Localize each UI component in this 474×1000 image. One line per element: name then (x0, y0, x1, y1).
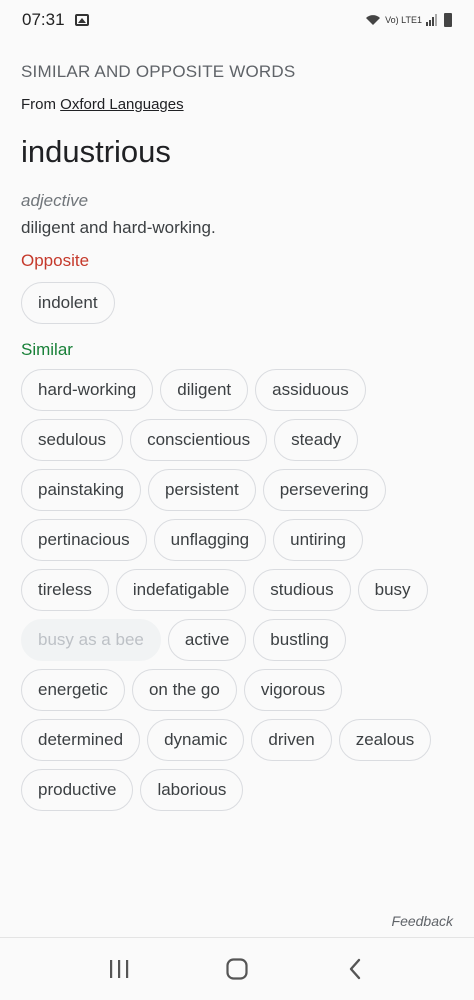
source-prefix: From (21, 96, 56, 113)
dictionary-card: SIMILAR AND OPPOSITE WORDS From Oxford L… (0, 40, 474, 811)
similar-label: Similar (21, 340, 73, 359)
recent-apps-button[interactable] (99, 949, 139, 989)
source-link[interactable]: Oxford Languages (60, 96, 183, 113)
opposite-label: Opposite (21, 251, 90, 270)
word-chip[interactable]: driven (251, 719, 332, 761)
word-chip[interactable]: painstaking (21, 469, 142, 511)
word-chip[interactable]: studious (253, 569, 351, 611)
status-bar: 07:31 Vo) LTE1 (0, 0, 474, 40)
word-chip[interactable]: conscientious (130, 419, 268, 461)
section-title: SIMILAR AND OPPOSITE WORDS (21, 62, 296, 81)
battery-icon (444, 13, 452, 27)
word-chip[interactable]: persistent (148, 469, 256, 511)
word-chip[interactable]: steady (274, 419, 359, 461)
definition: diligent and hard-working. (21, 218, 216, 237)
word-chip[interactable]: on the go (131, 669, 237, 711)
word-chip[interactable]: pertinacious (21, 519, 147, 561)
word-chip[interactable]: hard-working (21, 369, 154, 411)
word-chip[interactable]: active (167, 619, 247, 661)
word-chip[interactable]: sedulous (21, 419, 124, 461)
back-icon (349, 958, 361, 980)
word-chip[interactable]: energetic (21, 669, 125, 711)
opposite-chip-list: indolent (21, 282, 453, 324)
word-chip[interactable]: tireless (21, 569, 109, 611)
word-chip: busy as a bee (21, 619, 161, 661)
signal-icon (426, 14, 437, 26)
word-chip[interactable]: dynamic (147, 719, 245, 761)
similar-chip-list: hard-working diligent assiduous sedulous con… (21, 369, 453, 811)
word-chip[interactable]: vigorous (243, 669, 343, 711)
word-chip[interactable]: productive (21, 769, 134, 811)
source-line: From Oxford Languages (21, 96, 453, 113)
headword: industrious (21, 134, 171, 169)
wifi-icon (366, 15, 381, 25)
back-button[interactable] (335, 949, 375, 989)
word-chip[interactable]: indefatigable (115, 569, 247, 611)
word-chip[interactable]: determined (21, 719, 141, 761)
word-chip[interactable]: untiring (273, 519, 363, 561)
word-chip[interactable]: zealous (338, 719, 432, 761)
status-time: 07:31 (22, 10, 65, 29)
word-chip[interactable]: laborious (140, 769, 244, 811)
recent-apps-icon (110, 960, 129, 978)
word-chip[interactable]: diligent (160, 369, 249, 411)
image-notification-icon (74, 14, 89, 26)
home-icon (226, 958, 248, 980)
feedback-link[interactable]: Feedback (392, 913, 453, 929)
word-chip[interactable]: assiduous (255, 369, 366, 411)
word-chip[interactable]: indolent (21, 282, 115, 324)
network-label: Vo) LTE1 (385, 15, 422, 25)
word-chip[interactable]: busy (357, 569, 428, 611)
home-button[interactable] (217, 949, 257, 989)
word-chip[interactable]: unflagging (153, 519, 267, 561)
part-of-speech: adjective (21, 191, 89, 210)
word-chip[interactable]: persevering (262, 469, 386, 511)
navigation-bar (0, 937, 474, 1000)
word-chip[interactable]: bustling (253, 619, 346, 661)
